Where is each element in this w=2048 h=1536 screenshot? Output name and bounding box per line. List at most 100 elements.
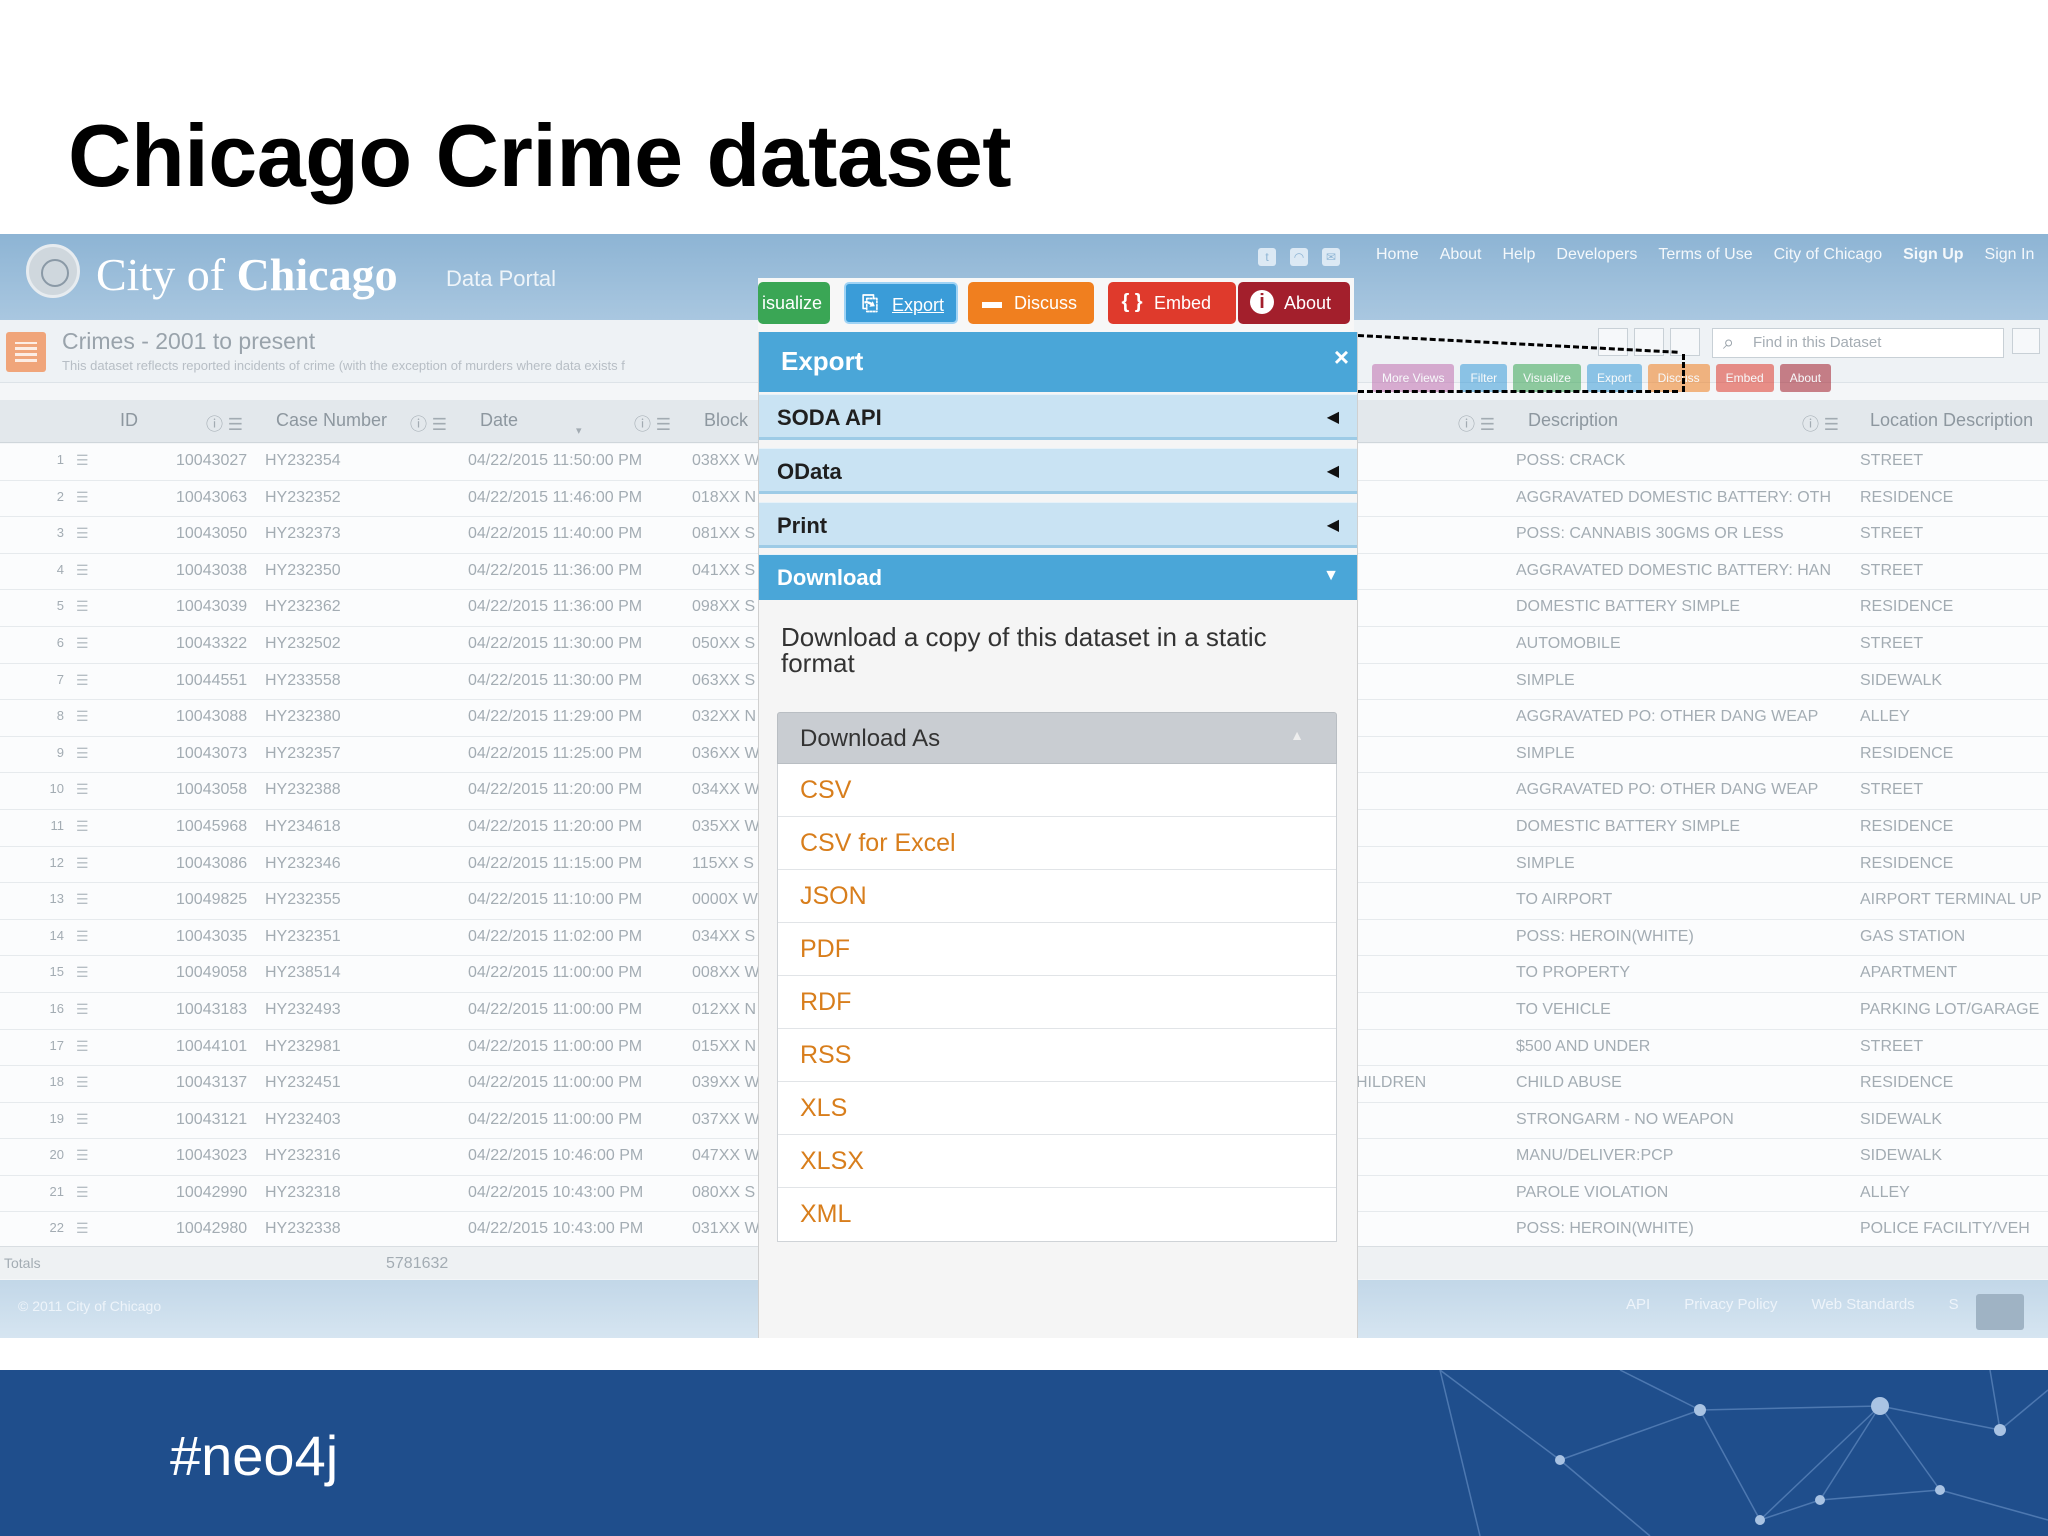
- rss-icon[interactable]: ◠: [1290, 248, 1308, 266]
- row-menu-icon[interactable]: ☰: [76, 525, 89, 542]
- footer-link-privacy[interactable]: Privacy Policy: [1684, 1296, 1777, 1313]
- visualize-button[interactable]: isualize: [758, 282, 830, 324]
- feedback-icon[interactable]: [1976, 1294, 2024, 1330]
- cell-n: 19: [49, 1110, 64, 1126]
- cell-case: HY232338: [265, 1220, 341, 1238]
- cell-case: HY232316: [265, 1147, 341, 1165]
- row-menu-icon[interactable]: ☰: [76, 1184, 89, 1201]
- nav-sign-in[interactable]: Sign In: [1985, 246, 2035, 264]
- row-menu-icon[interactable]: ☰: [76, 562, 89, 579]
- cell-block: 031XX W: [692, 1220, 758, 1238]
- accordion-odata[interactable]: OData ◀: [759, 448, 1357, 494]
- brand-logo[interactable]: City of Chicago: [96, 248, 398, 301]
- cell-case: HY238514: [265, 964, 341, 982]
- row-menu-icon[interactable]: ☰: [76, 964, 89, 981]
- cell-case: HY232362: [265, 598, 341, 616]
- column-location-description[interactable]: Location Description: [1870, 410, 2033, 431]
- portal-screenshot: City of Chicago Data Portal t ◠ ✉ Home A…: [0, 234, 2048, 1338]
- nav-sign-up[interactable]: Sign Up: [1903, 246, 1963, 264]
- row-menu-icon[interactable]: ☰: [76, 1220, 89, 1237]
- cell-desc: TO PROPERTY: [1516, 964, 1631, 982]
- cell-case: HY232357: [265, 744, 341, 762]
- row-menu-icon[interactable]: ☰: [76, 781, 89, 798]
- embed-button[interactable]: { } Embed: [1108, 282, 1236, 324]
- download-as-dropdown[interactable]: Download As ▲: [777, 712, 1337, 764]
- twitter-icon[interactable]: t: [1258, 248, 1276, 266]
- format-pdf[interactable]: PDF: [778, 923, 1336, 976]
- accordion-soda-api[interactable]: SODA API ◀: [759, 394, 1357, 440]
- format-json[interactable]: JSON: [778, 870, 1336, 923]
- format-csv-excel[interactable]: CSV for Excel: [778, 817, 1336, 870]
- export-button[interactable]: ⎘ Export: [844, 282, 958, 324]
- email-icon[interactable]: ✉: [1322, 248, 1340, 266]
- column-description[interactable]: Description: [1528, 410, 1618, 431]
- cell-n: 8: [56, 708, 64, 724]
- sort-desc-icon[interactable]: ▾: [576, 424, 582, 437]
- row-menu-icon[interactable]: ☰: [76, 1001, 89, 1018]
- visualize-button[interactable]: Visualize: [1513, 364, 1581, 392]
- column-case-number[interactable]: Case Number: [276, 410, 387, 431]
- nav-terms[interactable]: Terms of Use: [1658, 246, 1752, 264]
- info-icon[interactable]: ⓘ ☰: [634, 410, 671, 435]
- row-menu-icon[interactable]: ☰: [76, 891, 89, 908]
- row-menu-icon[interactable]: ☰: [76, 745, 89, 762]
- cell-n: 22: [49, 1220, 64, 1236]
- nav-city[interactable]: City of Chicago: [1774, 246, 1883, 264]
- row-menu-icon[interactable]: ☰: [76, 598, 89, 615]
- info-icon[interactable]: ⓘ ☰: [1802, 410, 1839, 435]
- row-menu-icon[interactable]: ☰: [76, 635, 89, 652]
- about-toolbar-button[interactable]: About: [1779, 364, 1832, 392]
- nav-home[interactable]: Home: [1376, 246, 1419, 264]
- row-menu-icon[interactable]: ☰: [76, 1111, 89, 1128]
- more-views-button[interactable]: More Views: [1372, 364, 1455, 392]
- cell-block: 063XX S: [692, 671, 756, 689]
- row-menu-icon[interactable]: ☰: [76, 672, 89, 689]
- cell-id: 10043038: [176, 561, 248, 579]
- format-xls[interactable]: XLS: [778, 1082, 1336, 1135]
- cell-loc: PARKING LOT/GARAGE: [1860, 1000, 2040, 1018]
- column-block[interactable]: Block: [704, 410, 748, 431]
- row-menu-icon[interactable]: ☰: [76, 1074, 89, 1091]
- row-menu-icon[interactable]: ☰: [76, 452, 89, 469]
- grid-view-icon[interactable]: [1598, 328, 1628, 356]
- format-rdf[interactable]: RDF: [778, 976, 1336, 1029]
- accordion-download[interactable]: Download ▼: [759, 554, 1357, 600]
- row-menu-icon[interactable]: ☰: [76, 855, 89, 872]
- format-csv[interactable]: CSV: [778, 764, 1336, 817]
- info-icon[interactable]: ⓘ ☰: [206, 410, 243, 435]
- row-menu-icon[interactable]: ☰: [76, 818, 89, 835]
- format-xlsx[interactable]: XLSX: [778, 1135, 1336, 1188]
- cell-loc: APARTMENT: [1860, 964, 1958, 982]
- discuss-toolbar-button[interactable]: Discuss: [1647, 364, 1710, 392]
- cell-id: 10043137: [176, 1074, 248, 1092]
- cell-id: 10043183: [176, 1000, 248, 1018]
- cell-case: HY232380: [265, 708, 341, 726]
- column-date[interactable]: Date: [480, 410, 518, 431]
- format-xml[interactable]: XML: [778, 1188, 1336, 1241]
- row-menu-icon[interactable]: ☰: [76, 1038, 89, 1055]
- nav-about[interactable]: About: [1440, 246, 1482, 264]
- embed-toolbar-button[interactable]: Embed: [1715, 364, 1774, 392]
- row-menu-icon[interactable]: ☰: [76, 489, 89, 506]
- row-menu-icon[interactable]: ☰: [76, 928, 89, 945]
- close-icon[interactable]: ×: [1334, 342, 1349, 373]
- nav-developers[interactable]: Developers: [1556, 246, 1637, 264]
- info-icon[interactable]: ⓘ ☰: [1458, 410, 1495, 435]
- expand-icon[interactable]: [2012, 328, 2040, 354]
- nav-help[interactable]: Help: [1503, 246, 1536, 264]
- column-id[interactable]: ID: [120, 410, 138, 431]
- info-icon[interactable]: ⓘ ☰: [410, 410, 447, 435]
- export-toolbar-button[interactable]: Export: [1586, 364, 1642, 392]
- discuss-button[interactable]: ▬ Discuss: [968, 282, 1094, 324]
- row-menu-icon[interactable]: ☰: [76, 1147, 89, 1164]
- format-rss[interactable]: RSS: [778, 1029, 1336, 1082]
- cell-desc: AGGRAVATED DOMESTIC BATTERY: HAN: [1516, 561, 1832, 579]
- about-button[interactable]: i About: [1238, 282, 1350, 324]
- footer-link-s[interactable]: S: [1949, 1296, 1959, 1313]
- accordion-print[interactable]: Print ◀: [759, 502, 1357, 548]
- search-input[interactable]: Find in this Dataset: [1712, 328, 2004, 358]
- footer-link-api[interactable]: API: [1626, 1296, 1650, 1313]
- footer-link-web-standards[interactable]: Web Standards: [1812, 1296, 1915, 1313]
- filter-button[interactable]: Filter: [1460, 364, 1508, 392]
- row-menu-icon[interactable]: ☰: [76, 708, 89, 725]
